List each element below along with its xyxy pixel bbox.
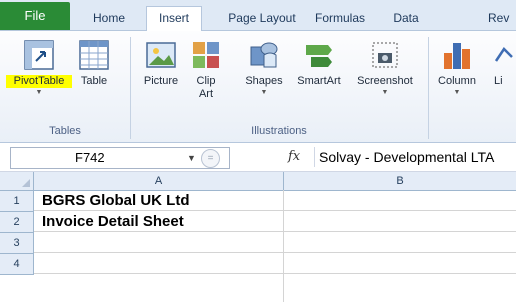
row-header[interactable]: 1 bbox=[0, 191, 34, 212]
screenshot-button[interactable]: Screenshot ▼ bbox=[350, 39, 420, 98]
cancel-formula-icon[interactable]: = bbox=[201, 149, 220, 168]
name-box[interactable]: F742 ▼ = bbox=[10, 147, 230, 169]
cell-a4[interactable] bbox=[34, 254, 516, 274]
illustrations-group-label: Illustrations bbox=[251, 125, 307, 137]
tab-data[interactable]: Data bbox=[384, 7, 428, 29]
smartart-icon bbox=[306, 45, 332, 67]
shapes-icon bbox=[250, 42, 278, 68]
tab-home[interactable]: Home bbox=[82, 7, 136, 29]
clip-art-button[interactable]: Clip Art bbox=[186, 39, 226, 101]
line-chart-icon bbox=[494, 47, 513, 62]
column-chart-button[interactable]: Column ▼ bbox=[434, 39, 480, 98]
row-header[interactable]: 3 bbox=[0, 233, 34, 254]
table-icon bbox=[79, 40, 109, 70]
formula-content[interactable]: Solvay - Developmental LTA bbox=[314, 147, 516, 167]
insert-function-icon[interactable]: fx bbox=[288, 149, 300, 164]
tab-formulas[interactable]: Formulas bbox=[306, 7, 374, 29]
ribbon-insert: PivotTable ▼ Table Tables Picture Clip A… bbox=[0, 31, 516, 143]
shapes-dropdown-icon: ▼ bbox=[260, 89, 268, 96]
shapes-button[interactable]: Shapes ▼ bbox=[240, 39, 288, 98]
pivottable-label: PivotTable bbox=[6, 75, 72, 88]
column-header-a[interactable]: A bbox=[34, 172, 284, 191]
column-header-b[interactable]: B bbox=[284, 172, 516, 191]
tab-review[interactable]: Rev bbox=[488, 7, 516, 29]
pivottable-button[interactable]: PivotTable ▼ bbox=[6, 39, 72, 98]
smartart-label: SmartArt bbox=[297, 75, 341, 87]
group-separator bbox=[130, 37, 131, 139]
column-chart-icon bbox=[444, 43, 470, 69]
row-header[interactable]: 4 bbox=[0, 254, 34, 275]
cell-a2[interactable]: Invoice Detail Sheet bbox=[34, 212, 516, 232]
cell-a3[interactable] bbox=[34, 233, 516, 253]
tab-page-layout[interactable]: Page Layout bbox=[222, 7, 302, 29]
screenshot-icon bbox=[372, 42, 398, 68]
picture-label: Picture bbox=[143, 75, 179, 87]
picture-icon bbox=[146, 42, 176, 68]
clip-art-label-line2: Art bbox=[198, 88, 214, 100]
formula-bar: F742 ▼ = fx Solvay - Developmental LTA bbox=[0, 145, 516, 172]
pivottable-icon bbox=[24, 40, 54, 70]
table-label: Table bbox=[80, 75, 108, 87]
column-chart-label: Column bbox=[438, 75, 476, 87]
tab-file[interactable]: File bbox=[0, 2, 70, 30]
column-chart-dropdown-icon: ▼ bbox=[453, 89, 461, 96]
screenshot-label: Screenshot bbox=[357, 75, 413, 87]
table-button[interactable]: Table bbox=[76, 39, 112, 88]
pivottable-dropdown-icon: ▼ bbox=[35, 89, 43, 96]
ribbon-tab-bar: File Home Insert Page Layout Formulas Da… bbox=[0, 0, 516, 32]
select-all-icon bbox=[22, 179, 30, 187]
clip-art-icon bbox=[193, 42, 219, 68]
clip-art-label-line1: Clip bbox=[196, 75, 216, 87]
line-chart-button[interactable]: Li bbox=[494, 39, 516, 88]
screenshot-dropdown-icon: ▼ bbox=[381, 89, 389, 96]
worksheet-grid: A B 1 BGRS Global UK Ltd 2 Invoice Detai… bbox=[0, 172, 516, 302]
tab-insert[interactable]: Insert bbox=[146, 6, 202, 32]
row-header[interactable]: 2 bbox=[0, 212, 34, 233]
name-box-dropdown-icon[interactable]: ▼ bbox=[187, 148, 196, 168]
shapes-label: Shapes bbox=[245, 75, 283, 87]
picture-button[interactable]: Picture bbox=[138, 39, 184, 88]
group-separator bbox=[428, 37, 429, 139]
cell-a1[interactable]: BGRS Global UK Ltd bbox=[34, 191, 516, 211]
line-chart-label: Li bbox=[494, 75, 503, 87]
smartart-button[interactable]: SmartArt bbox=[292, 39, 346, 88]
name-box-value: F742 bbox=[75, 150, 105, 165]
tables-group-label: Tables bbox=[49, 125, 81, 137]
select-all-corner[interactable] bbox=[0, 172, 34, 191]
